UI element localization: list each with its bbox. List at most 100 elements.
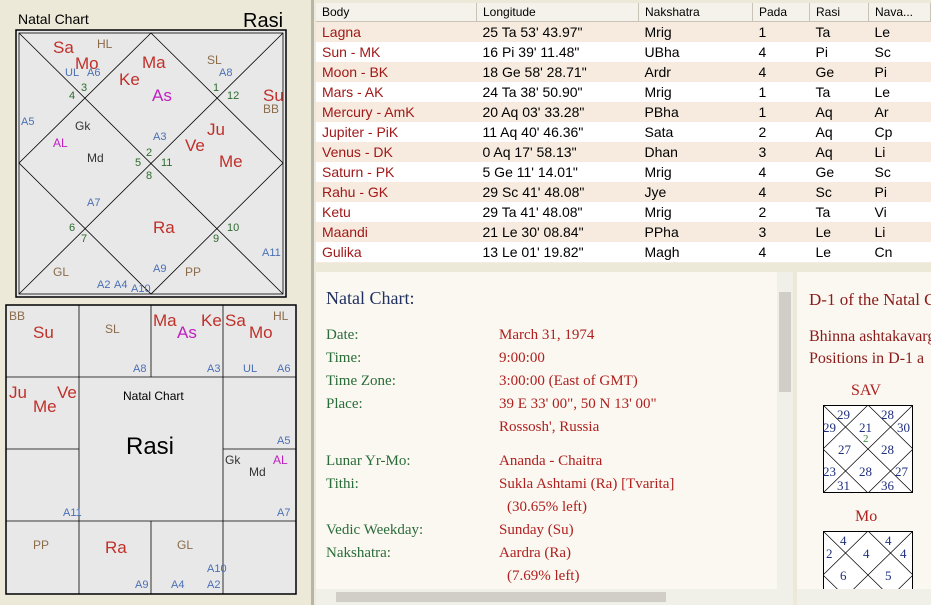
south-label-gl: GL [177, 538, 194, 552]
date-value: March 31, 1974 [499, 327, 595, 343]
planet-positions-table[interactable]: Body Longitude Nakshatra Pada Rasi Nava.… [316, 3, 931, 263]
table-cell: 13 Le 01' 19.82" [476, 242, 639, 262]
table-row[interactable]: Mercury - AmK 20 Aq 03' 33.28" PBha 1 Aq Ar [316, 102, 931, 122]
col-header-body[interactable]: Body [316, 3, 477, 22]
ashtakavarga-subtitle-1: Bhinna ashtakavarga [809, 328, 931, 345]
south-label-sl: SL [105, 322, 120, 336]
table-cell: Ge [809, 62, 869, 82]
table-row[interactable]: Lagna 25 Ta 53' 43.97" Mrig 1 Ta Le [316, 21, 931, 42]
pane-splitter[interactable] [311, 0, 314, 605]
south-label-a11: A11 [63, 507, 82, 519]
table-cell: Ardr [638, 62, 753, 82]
table-cell: Ketu [316, 202, 477, 222]
south-label-a3: A3 [207, 363, 221, 375]
table-cell: Ta [809, 21, 869, 42]
south-label-md: Md [249, 465, 266, 479]
table-cell: 4 [752, 62, 810, 82]
sav-value: 28 [881, 442, 894, 457]
table-cell: 3 [752, 142, 810, 162]
moon-value: 2 [826, 546, 833, 561]
table-cell: Cn [868, 242, 931, 262]
hscroll-thumb[interactable] [336, 592, 666, 602]
ashtakavarga-horizontal-scrollbar[interactable] [797, 589, 931, 605]
nakshatra-label: Nakshatra: [326, 545, 391, 561]
table-cell: Gulika [316, 242, 477, 262]
tithi-label: Tithi: [326, 476, 359, 492]
sav-value: 2 [863, 433, 869, 445]
table-cell: 3 [752, 222, 810, 242]
table-row[interactable]: Saturn - PK 5 Ge 11' 14.01" Mrig 4 Ge Sc [316, 162, 931, 182]
table-cell: 16 Pi 39' 11.48" [476, 42, 639, 62]
house-num-2: 2 [146, 147, 153, 159]
house-num-4: 4 [69, 90, 76, 102]
table-row[interactable]: Moon - BK 18 Ge 58' 28.71" Ardr 4 Ge Pi [316, 62, 931, 82]
details-horizontal-scrollbar[interactable] [316, 589, 777, 605]
planet-ve: Ve [185, 136, 205, 155]
left-chart-pane: Natal Chart Rasi Sa Mo HL UL A6 3 4 Ke M… [0, 0, 314, 605]
table-row[interactable]: Rahu - GK 29 Sc 41' 48.08" Jye 4 Sc Pi [316, 182, 931, 202]
south-planet-sa: Sa [225, 311, 246, 330]
south-label-a2: A2 [207, 579, 221, 591]
south-label-al: AL [273, 453, 288, 467]
south-label-a7: A7 [277, 507, 291, 519]
table-cell: Pi [868, 182, 931, 202]
lunar-value: Ananda - Chaitra [499, 453, 603, 469]
south-label-gk: Gk [225, 453, 241, 467]
table-row[interactable]: Gulika 13 Le 01' 19.82" Magh 4 Le Cn [316, 242, 931, 262]
table-cell: 4 [752, 42, 810, 62]
table-row[interactable]: Mars - AK 24 Ta 38' 50.90" Mrig 1 Ta Le [316, 82, 931, 102]
table-row[interactable]: Maandi 21 Le 30' 08.84" PPha 3 Le Li [316, 222, 931, 242]
house-num-12: 12 [227, 90, 240, 102]
scroll-thumb[interactable] [779, 292, 791, 392]
table-cell: 4 [752, 162, 810, 182]
table-cell: Jupiter - PiK [316, 122, 477, 142]
table-cell: PBha [638, 102, 753, 122]
table-row[interactable]: Sun - MK 16 Pi 39' 11.48" UBha 4 Pi Sc [316, 42, 931, 62]
table-cell: Aq [809, 122, 869, 142]
table-cell: Aq [809, 102, 869, 122]
table-row[interactable]: Jupiter - PiK 11 Aq 40' 46.36" Sata 2 Aq Cp [316, 122, 931, 142]
label-ul: UL [65, 67, 80, 79]
table-row[interactable]: Venus - DK 0 Aq 17' 58.13" Dhan 3 Aq Li [316, 142, 931, 162]
col-header-rasi[interactable]: Rasi [809, 3, 869, 22]
label-a6: A6 [87, 67, 101, 79]
horizontal-splitter[interactable] [316, 263, 931, 272]
house-num-9: 9 [213, 233, 220, 245]
house-num-6: 6 [69, 222, 76, 234]
house-num-1: 1 [213, 82, 220, 94]
south-label-a6: A6 [277, 363, 291, 375]
table-cell: 4 [752, 242, 810, 262]
details-vertical-scrollbar[interactable] [777, 272, 793, 605]
south-planet-mo: Mo [249, 323, 273, 342]
moon-value: 4 [885, 533, 892, 548]
table-cell: Aq [809, 142, 869, 162]
table-cell: 1 [752, 21, 810, 42]
table-row[interactable]: Ketu 29 Ta 41' 48.08" Mrig 2 Ta Vi [316, 202, 931, 222]
col-header-navamsa[interactable]: Nava... [868, 3, 931, 22]
label-a5: A5 [21, 116, 35, 128]
south-label-a10: A10 [207, 563, 227, 575]
table-cell: 25 Ta 53' 43.97" [476, 21, 639, 42]
col-header-pada[interactable]: Pada [752, 3, 810, 22]
time-value: 9:00:00 [499, 350, 545, 366]
table-cell: Li [868, 222, 931, 242]
nakshatra-value: Aardra (Ra) [499, 545, 572, 561]
timezone-value: 3:00:00 (East of GMT) [499, 373, 638, 389]
south-indian-chart[interactable]: BB Su SL A8 Ma As Ke A3 Sa Mo HL UL A6 J… [5, 304, 297, 595]
north-indian-chart[interactable]: Sa Mo HL UL A6 3 4 Ke Ma As SL A8 1 12 S… [15, 29, 287, 298]
south-label-a9: A9 [135, 579, 149, 591]
col-header-nakshatra[interactable]: Nakshatra [638, 3, 753, 22]
label-a8: A8 [219, 67, 233, 79]
planet-sa: Sa [53, 38, 74, 57]
table-cell: 24 Ta 38' 50.90" [476, 82, 639, 102]
table-cell: Le [809, 222, 869, 242]
col-header-longitude[interactable]: Longitude [476, 3, 639, 22]
house-num-8: 8 [146, 170, 153, 182]
south-chart-rasi-label: Rasi [126, 433, 175, 460]
south-label-a4: A4 [171, 579, 185, 591]
table-cell: 0 Aq 17' 58.13" [476, 142, 639, 162]
table-cell: 2 [752, 122, 810, 142]
moon-value: 4 [863, 546, 870, 561]
south-label-ul: UL [243, 363, 258, 375]
table-cell: Li [868, 142, 931, 162]
